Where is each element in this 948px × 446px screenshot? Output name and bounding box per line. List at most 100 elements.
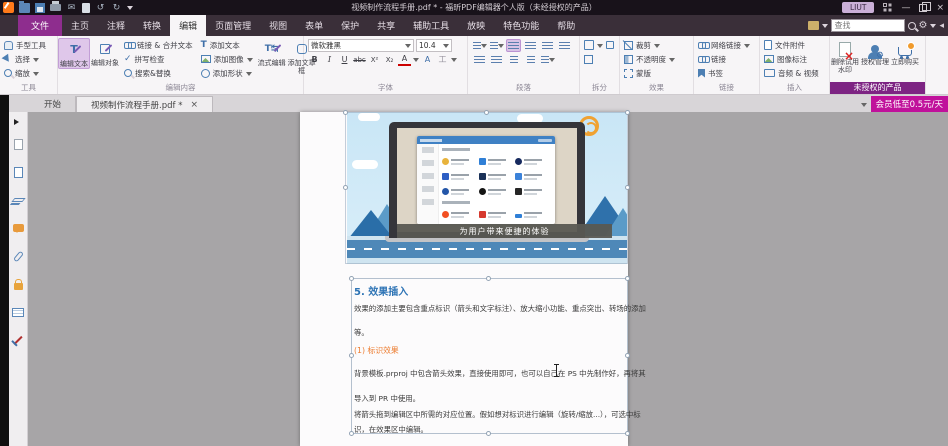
crop-button[interactable]: 裁剪 bbox=[620, 38, 679, 52]
remove-trial-watermark-button[interactable]: × 删除试用水印 bbox=[830, 38, 860, 74]
tab-file[interactable]: 文件 bbox=[18, 15, 63, 36]
selection-handle[interactable] bbox=[625, 431, 630, 436]
tab-features[interactable]: 特色功能 bbox=[494, 15, 548, 36]
banner-dropdown-icon[interactable] bbox=[857, 96, 871, 112]
zoom-button[interactable]: 缩放 bbox=[0, 66, 50, 80]
find-scope-icon[interactable] bbox=[807, 21, 819, 30]
align-center-button[interactable] bbox=[523, 39, 538, 52]
selection-handle[interactable] bbox=[625, 185, 630, 190]
mask-button[interactable]: 蒙版 bbox=[620, 66, 679, 80]
decrease-indent-button[interactable] bbox=[472, 53, 487, 66]
tab-protect[interactable]: 保护 bbox=[332, 15, 368, 36]
hand-tool-button[interactable]: 手型工具 bbox=[0, 38, 50, 52]
image-annotation-button[interactable]: 图像标注 bbox=[760, 52, 823, 66]
selection-handle[interactable] bbox=[625, 353, 630, 358]
open-file-icon[interactable] bbox=[19, 0, 30, 13]
font-family-select[interactable]: 微软雅黑 bbox=[308, 39, 414, 52]
quick-access-dropdown-icon[interactable] bbox=[127, 6, 133, 13]
license-manage-button[interactable]: ⚙ 授权管理 bbox=[860, 38, 890, 66]
tab-form[interactable]: 表单 bbox=[296, 15, 332, 36]
expand-panel-button[interactable] bbox=[9, 112, 27, 130]
selection-handle[interactable] bbox=[625, 276, 630, 281]
new-document-icon[interactable] bbox=[82, 2, 90, 13]
tab-home[interactable]: 主页 bbox=[62, 15, 98, 36]
undo-icon[interactable]: ↺ bbox=[95, 3, 106, 13]
tab-help[interactable]: 帮助 bbox=[548, 15, 584, 36]
email-icon[interactable]: ✉ bbox=[66, 3, 77, 13]
file-attachment-button[interactable]: 文件附件 bbox=[760, 38, 823, 52]
line-spacing-button[interactable] bbox=[506, 53, 521, 66]
edit-object-button[interactable]: 编辑对象 bbox=[90, 38, 120, 67]
doc-tab-current[interactable]: 视频制作流程手册.pdf * × bbox=[76, 96, 214, 112]
selection-handle[interactable] bbox=[625, 110, 630, 115]
selection-handle[interactable] bbox=[486, 431, 491, 436]
save-icon[interactable] bbox=[35, 2, 45, 13]
buy-now-button[interactable]: 立即购买 bbox=[890, 38, 920, 66]
bookmark-button[interactable]: 书签 bbox=[694, 66, 754, 80]
tab-accessibility[interactable]: 辅助工具 bbox=[404, 15, 458, 36]
selection-handle[interactable] bbox=[484, 110, 489, 115]
text-direction-button[interactable]: 工 bbox=[436, 53, 449, 66]
selection-handle[interactable] bbox=[343, 185, 348, 190]
opacity-button[interactable]: 不透明度 bbox=[620, 52, 679, 66]
user-account-badge[interactable]: LIUT bbox=[841, 2, 875, 13]
italic-button[interactable]: I bbox=[323, 53, 336, 66]
restore-button[interactable] bbox=[919, 1, 932, 12]
promo-banner[interactable]: 会员低至0.5元/天 bbox=[870, 96, 948, 112]
split-frame-icon[interactable] bbox=[584, 54, 593, 64]
font-color-dropdown-icon[interactable] bbox=[413, 58, 419, 65]
gear-icon[interactable]: ⚙ bbox=[919, 20, 928, 32]
page-illustration[interactable]: 为用户带来便捷的体验 bbox=[347, 112, 627, 264]
link-button[interactable]: 链接 bbox=[694, 52, 754, 66]
search-replace-button[interactable]: 搜索&替换 bbox=[120, 66, 197, 80]
underline-button[interactable]: U bbox=[338, 53, 351, 66]
web-link-button[interactable]: 网络链接 bbox=[694, 38, 754, 52]
doc-tab-start[interactable]: 开始 bbox=[30, 96, 77, 112]
align-right-button[interactable] bbox=[540, 39, 555, 52]
find-input[interactable] bbox=[830, 19, 905, 32]
bold-button[interactable]: B bbox=[308, 53, 321, 66]
char-spacing-button[interactable]: A bbox=[421, 53, 434, 66]
audio-video-button[interactable]: 音频 & 视频 bbox=[760, 66, 823, 80]
selection-handle[interactable] bbox=[343, 110, 348, 115]
minimize-button[interactable]: — bbox=[901, 3, 910, 13]
align-justify-button[interactable] bbox=[557, 39, 572, 52]
numbered-list-button[interactable] bbox=[489, 39, 504, 52]
add-text-button[interactable]: T 添加文本 bbox=[197, 38, 257, 52]
strikethrough-button[interactable]: abc bbox=[353, 53, 366, 66]
redo-icon[interactable]: ↻ bbox=[111, 3, 122, 13]
thumbnails-panel-button[interactable] bbox=[9, 158, 27, 186]
align-left-button[interactable] bbox=[506, 39, 521, 52]
font-color-button[interactable]: A bbox=[398, 53, 411, 66]
tab-page-management[interactable]: 页面管理 bbox=[206, 15, 260, 36]
layers-panel-button[interactable] bbox=[9, 186, 27, 214]
tab-convert[interactable]: 转换 bbox=[134, 15, 170, 36]
superscript-button[interactable]: X² bbox=[368, 53, 381, 66]
tab-comment[interactable]: 注释 bbox=[98, 15, 134, 36]
tab-edit[interactable]: 编辑 bbox=[170, 15, 207, 36]
window-layout-icon[interactable] bbox=[883, 3, 892, 12]
add-shape-button[interactable]: 添加形状 bbox=[197, 66, 257, 80]
bullet-list-button[interactable] bbox=[472, 39, 487, 52]
edit-text-button[interactable]: T 编辑文本 bbox=[58, 38, 90, 69]
subscript-button[interactable]: X₂ bbox=[383, 53, 396, 66]
merge-box-icon[interactable] bbox=[606, 41, 614, 49]
font-size-select[interactable]: 10.4 bbox=[416, 39, 452, 52]
comments-panel-button[interactable] bbox=[9, 214, 27, 242]
paragraph-more-button[interactable] bbox=[540, 53, 555, 66]
text-direction-dropdown-icon[interactable] bbox=[451, 58, 457, 65]
flow-edit-button[interactable]: T↹ 流式编辑 bbox=[257, 38, 287, 67]
add-image-button[interactable]: 添加图像 bbox=[197, 52, 257, 66]
tab-share[interactable]: 共享 bbox=[368, 15, 404, 36]
document-canvas[interactable]: 为用户带来便捷的体验 5. 效果插入 效果的添加主要包含重点标识（箭头和文字标注… bbox=[28, 110, 948, 446]
split-text-icon[interactable] bbox=[584, 40, 594, 50]
doc-tab-close-icon[interactable]: × bbox=[190, 100, 198, 110]
find-scope-dropdown-icon[interactable] bbox=[821, 24, 828, 31]
spell-check-button[interactable]: ✓ 拼写检查 bbox=[120, 52, 197, 66]
char-scale-button[interactable] bbox=[523, 53, 538, 66]
tab-view[interactable]: 视图 bbox=[260, 15, 296, 36]
select-button[interactable]: 选择 bbox=[0, 52, 50, 67]
close-button[interactable]: × bbox=[936, 3, 944, 13]
print-icon[interactable] bbox=[50, 1, 61, 11]
collapse-ribbon-icon[interactable]: ◂ bbox=[939, 21, 944, 31]
